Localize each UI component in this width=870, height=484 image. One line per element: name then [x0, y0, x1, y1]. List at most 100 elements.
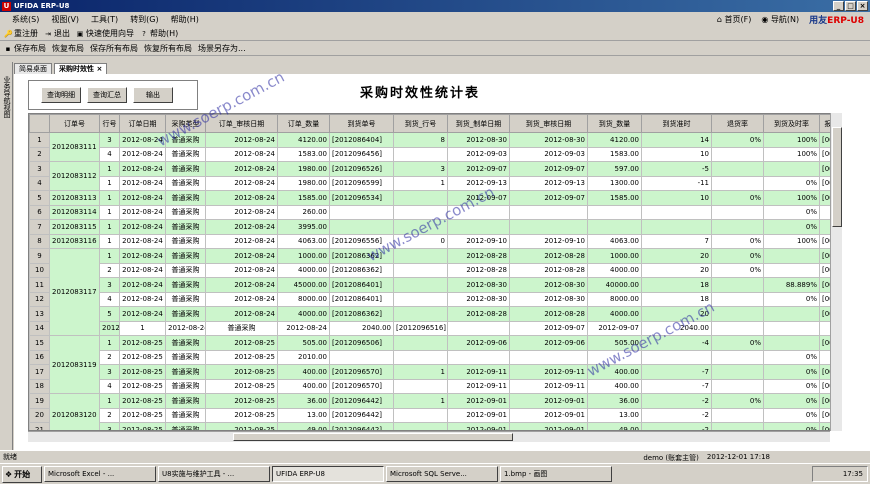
- table-cell[interactable]: [2012086404]: [329, 132, 394, 148]
- table-cell[interactable]: 2012-08-24: [119, 262, 166, 278]
- task-excel[interactable]: Microsoft Excel - ...: [44, 466, 156, 482]
- table-cell[interactable]: 13.00: [587, 407, 642, 423]
- table-cell[interactable]: 260.00: [277, 204, 330, 220]
- table-cell[interactable]: 49.00: [277, 422, 330, 430]
- table-cell[interactable]: 普通采购: [165, 364, 206, 380]
- help-button[interactable]: ? 帮助(H): [140, 28, 178, 39]
- table-cell[interactable]: 2012-08-28: [509, 262, 588, 278]
- table-cell[interactable]: 普通采购: [205, 320, 278, 336]
- table-row[interactable]: 14201208311812012-08-24普通采购2012-08-24204…: [29, 320, 841, 336]
- order-number-cell[interactable]: 2012083113: [49, 190, 100, 206]
- column-header[interactable]: 订单日期: [119, 114, 166, 133]
- table-cell[interactable]: 2012-08-24: [205, 277, 278, 293]
- table-cell[interactable]: [447, 219, 510, 235]
- table-cell[interactable]: 10: [641, 146, 712, 162]
- table-cell[interactable]: 10: [641, 190, 712, 206]
- table-cell[interactable]: 4000.00: [277, 262, 330, 278]
- table-cell[interactable]: 2040.00: [329, 320, 394, 336]
- column-header[interactable]: 到货准时: [641, 114, 712, 133]
- table-cell[interactable]: [2012086401]: [329, 291, 394, 307]
- table-cell[interactable]: 0%: [763, 349, 820, 365]
- table-cell[interactable]: 2012-09-01: [447, 422, 510, 430]
- menu-system[interactable]: 系统(S): [6, 14, 45, 25]
- table-cell[interactable]: 2012-08-24: [205, 146, 278, 162]
- table-cell[interactable]: 0%: [763, 204, 820, 220]
- table-cell[interactable]: 2012-09-11: [447, 364, 510, 380]
- table-cell[interactable]: 4: [99, 146, 120, 162]
- table-cell[interactable]: 2012-09-01: [509, 422, 588, 430]
- column-header[interactable]: 订单_数量: [277, 114, 330, 133]
- table-cell[interactable]: 普通采购: [165, 422, 206, 430]
- column-header[interactable]: 到货_数量: [587, 114, 642, 133]
- order-number-cell[interactable]: 2012083111: [49, 132, 100, 162]
- table-cell[interactable]: 2012-08-28: [447, 262, 510, 278]
- table-cell[interactable]: 3: [99, 422, 120, 430]
- table-cell[interactable]: 4: [99, 378, 120, 394]
- table-cell[interactable]: [393, 146, 448, 162]
- table-cell[interactable]: 2012-08-25: [205, 393, 278, 409]
- table-cell[interactable]: [711, 378, 764, 394]
- table-cell[interactable]: 1980.00: [277, 175, 330, 191]
- column-header[interactable]: 到货_审核日期: [509, 114, 588, 133]
- table-cell[interactable]: 8000.00: [277, 291, 330, 307]
- table-cell[interactable]: [2012096570]: [329, 364, 394, 380]
- table-cell[interactable]: 2012-09-01: [447, 393, 510, 409]
- column-header[interactable]: 到货单号: [329, 114, 394, 133]
- table-cell[interactable]: 普通采购: [165, 277, 206, 293]
- vertical-scrollbar[interactable]: [830, 113, 842, 431]
- table-cell[interactable]: [2012096534]: [329, 190, 394, 206]
- table-cell[interactable]: 2012-08-24: [205, 204, 278, 220]
- table-cell[interactable]: 2012-08-28: [509, 306, 588, 322]
- table-cell[interactable]: 1: [99, 204, 120, 220]
- table-cell[interactable]: 100%: [763, 190, 820, 206]
- table-cell[interactable]: 400.00: [277, 364, 330, 380]
- table-cell[interactable]: 100%: [763, 132, 820, 148]
- table-cell[interactable]: 1: [393, 175, 448, 191]
- table-cell[interactable]: 5: [99, 306, 120, 322]
- table-cell[interactable]: 0%: [711, 262, 764, 278]
- table-row[interactable]: 21 3 2012-08-25 普通采购 2012-08-25 49.00 [2012096…: [29, 422, 841, 430]
- table-cell[interactable]: -11: [641, 175, 712, 191]
- table-cell[interactable]: 400.00: [277, 378, 330, 394]
- table-cell[interactable]: 7: [641, 233, 712, 249]
- table-cell[interactable]: [711, 320, 764, 336]
- table-cell[interactable]: 3: [99, 132, 120, 148]
- table-cell[interactable]: [711, 291, 764, 307]
- table-cell[interactable]: 普通采购: [165, 291, 206, 307]
- table-cell[interactable]: 0%: [711, 132, 764, 148]
- report-grid[interactable]: 订单号 行号 订单日期 采购类型 订单_审核日期 订单_数量 到货单号 到货_行号 到货_制单日…: [28, 113, 842, 431]
- table-cell[interactable]: [763, 335, 820, 351]
- table-cell[interactable]: -2: [641, 422, 712, 430]
- table-cell[interactable]: 2012-09-13: [509, 175, 588, 191]
- table-cell[interactable]: [393, 407, 448, 423]
- table-cell[interactable]: 2012-09-07: [447, 161, 510, 177]
- menu-goto[interactable]: 转到(G): [124, 14, 164, 25]
- table-cell[interactable]: 20: [641, 262, 712, 278]
- table-cell[interactable]: 4063.00: [587, 233, 642, 249]
- table-cell[interactable]: 100%: [763, 233, 820, 249]
- table-cell[interactable]: [2012086401]: [329, 277, 394, 293]
- table-cell[interactable]: -2: [641, 393, 712, 409]
- table-cell[interactable]: [711, 407, 764, 423]
- table-cell[interactable]: 4063.00: [277, 233, 330, 249]
- table-cell[interactable]: 2012-08-24: [119, 291, 166, 307]
- table-cell[interactable]: 2012-09-11: [509, 378, 588, 394]
- table-cell[interactable]: 2012-09-01: [509, 407, 588, 423]
- table-cell[interactable]: [447, 349, 510, 365]
- table-cell[interactable]: 13.00: [277, 407, 330, 423]
- table-cell[interactable]: [2012096456]: [329, 146, 394, 162]
- table-cell[interactable]: 2012-08-30: [447, 277, 510, 293]
- table-cell[interactable]: 4120.00: [277, 132, 330, 148]
- table-cell[interactable]: 普通采购: [165, 378, 206, 394]
- table-cell[interactable]: [711, 364, 764, 380]
- table-cell[interactable]: 2012-08-24: [119, 175, 166, 191]
- order-number-cell[interactable]: 2012083112: [49, 161, 100, 191]
- table-cell[interactable]: -7: [641, 378, 712, 394]
- table-cell[interactable]: 2012-08-30: [447, 132, 510, 148]
- table-cell[interactable]: 14: [641, 132, 712, 148]
- table-cell[interactable]: [587, 204, 642, 220]
- table-cell[interactable]: 1585.00: [587, 190, 642, 206]
- order-number-cell[interactable]: 2012083117: [49, 248, 100, 336]
- table-cell[interactable]: 2012-08-24: [205, 132, 278, 148]
- table-row[interactable]: 16 2 2012-08-25 普通采购 2012-08-25 2010.00 0%: [29, 349, 841, 365]
